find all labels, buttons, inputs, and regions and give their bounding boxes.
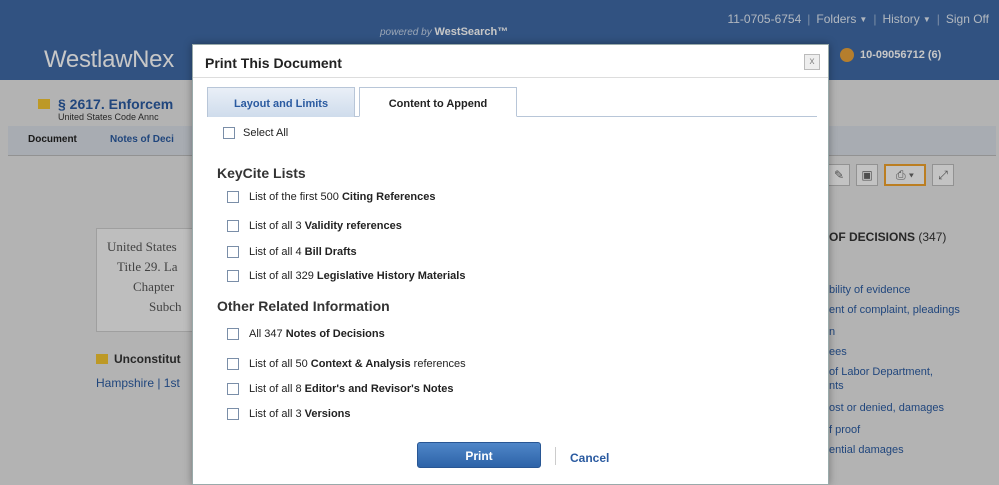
select-all-checkbox[interactable]	[223, 127, 235, 139]
notes-of-decisions-checkbox[interactable]	[227, 328, 239, 340]
citing-references-label: List of the first 500 Citing References	[249, 191, 436, 203]
tab-layout-and-limits[interactable]: Layout and Limits	[207, 87, 355, 117]
dialog-tabs: Layout and Limits Content to Append	[207, 87, 817, 117]
notes-of-decisions-label: All 347 Notes of Decisions	[249, 328, 385, 340]
other-related-heading: Other Related Information	[217, 298, 390, 314]
legislative-history-checkbox[interactable]	[227, 270, 239, 282]
versions-checkbox[interactable]	[227, 408, 239, 420]
citing-references-checkbox[interactable]	[227, 191, 239, 203]
context-analysis-label: List of all 50 Context & Analysis refere…	[249, 358, 466, 370]
validity-references-label: List of all 3 Validity references	[249, 220, 402, 232]
bill-drafts-checkbox[interactable]	[227, 246, 239, 258]
close-icon[interactable]: x	[804, 54, 820, 70]
bill-drafts-label: List of all 4 Bill Drafts	[249, 246, 357, 258]
print-dialog: Print This Document x Layout and Limits …	[192, 44, 829, 485]
dialog-header: Print This Document x	[193, 45, 828, 78]
legislative-history-label: List of all 329 Legislative History Mate…	[249, 270, 466, 282]
editors-notes-checkbox[interactable]	[227, 383, 239, 395]
validity-references-checkbox[interactable]	[227, 220, 239, 232]
tab-content-to-append[interactable]: Content to Append	[359, 87, 517, 117]
versions-label: List of all 3 Versions	[249, 408, 351, 420]
divider	[555, 447, 556, 465]
cancel-button[interactable]: Cancel	[570, 451, 609, 465]
editors-notes-label: List of all 8 Editor's and Revisor's Not…	[249, 383, 454, 395]
keycite-lists-heading: KeyCite Lists	[217, 165, 306, 181]
select-all-label: Select All	[243, 127, 289, 139]
dialog-title: Print This Document	[205, 55, 342, 71]
print-button[interactable]: Print	[417, 442, 541, 468]
context-analysis-checkbox[interactable]	[227, 358, 239, 370]
